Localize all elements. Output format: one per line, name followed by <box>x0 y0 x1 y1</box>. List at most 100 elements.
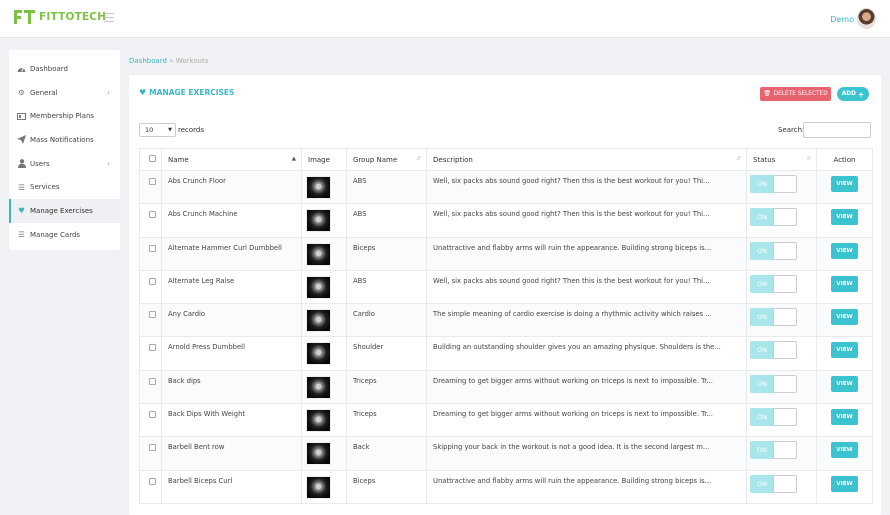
trash-icon: 🗑 <box>763 91 771 97</box>
column-header-group[interactable]: Group Name ⇵ <box>346 148 427 171</box>
status-toggle-label: ON <box>750 474 774 493</box>
status-toggle[interactable]: ON <box>750 241 797 260</box>
row-checkbox[interactable] <box>149 411 156 419</box>
view-button-label: VIEW <box>836 380 853 387</box>
sidebar-item-label: Manage Cards <box>30 230 81 239</box>
row-checkbox[interactable] <box>149 211 156 219</box>
row-select-cell <box>139 436 162 471</box>
add-exercise-button[interactable]: ADD + <box>837 87 869 101</box>
sidebar-item-label: Manage Exercises <box>30 206 93 215</box>
table-row: Back Dips With Weight Triceps Dreaming t… <box>139 403 873 438</box>
page-length-select[interactable]: 10 ▼ <box>139 123 176 137</box>
group-name: Triceps <box>346 369 427 405</box>
view-button[interactable]: VIEW <box>831 475 858 492</box>
status-toggle-label: ON <box>750 408 774 427</box>
delete-selected-button[interactable]: 🗑 DELETE SELECTED <box>760 87 831 101</box>
chevron-left-icon: ‹ <box>107 159 110 169</box>
table-header-row: Name ▲ Image Group Name ⇵ Description ⇵ Sta… <box>139 148 873 171</box>
select-all-checkbox[interactable] <box>149 155 156 162</box>
exercise-image-cell <box>301 303 347 338</box>
menu-toggle-icon[interactable] <box>104 13 114 23</box>
status-toggle[interactable]: ON <box>750 308 797 327</box>
column-header-name[interactable]: Name ▲ <box>161 148 302 171</box>
sidebar-item-dashboard[interactable]: Dashboard <box>9 57 120 81</box>
action-cell: VIEW <box>816 369 873 405</box>
exercise-thumbnail <box>306 275 331 299</box>
add-label: ADD <box>841 91 856 97</box>
caret-down-icon: ▼ <box>168 127 172 133</box>
row-checkbox[interactable] <box>149 344 156 352</box>
view-button[interactable]: VIEW <box>831 209 858 226</box>
exercise-name: Arnold Press Dumbbell <box>161 336 302 371</box>
view-button[interactable]: VIEW <box>831 176 858 192</box>
sidebar-item-users[interactable]: Users ‹ <box>9 152 120 176</box>
column-header-status[interactable]: Status ⇵ <box>746 148 817 171</box>
status-toggle-label: ON <box>750 374 774 393</box>
exercise-thumbnail <box>306 442 331 466</box>
column-header-description[interactable]: Description ⇵ <box>426 148 747 171</box>
status-toggle[interactable]: ON <box>750 474 797 493</box>
status-cell: ON <box>746 236 817 271</box>
row-checkbox[interactable] <box>149 477 156 485</box>
status-toggle[interactable]: ON <box>750 208 797 227</box>
view-button[interactable]: VIEW <box>831 275 858 292</box>
status-toggle[interactable]: ON <box>750 374 797 393</box>
view-button[interactable]: VIEW <box>831 442 858 459</box>
exercise-description: Well, six packs abs sound good right? Th… <box>426 169 747 205</box>
exercise-thumbnail <box>306 309 331 333</box>
exercise-image-cell <box>301 169 347 205</box>
exercise-description: Well, six packs abs sound good right? Th… <box>426 269 747 305</box>
status-toggle[interactable]: ON <box>750 341 797 360</box>
row-checkbox[interactable] <box>149 244 156 252</box>
row-checkbox[interactable] <box>149 377 156 385</box>
view-button[interactable]: VIEW <box>831 375 858 392</box>
view-button[interactable]: VIEW <box>831 342 858 359</box>
exercise-name: Alternate Leg Raise <box>161 269 302 305</box>
column-header-label: Name <box>168 155 189 164</box>
status-cell: ON <box>746 203 817 238</box>
view-button-label: VIEW <box>836 447 853 454</box>
view-button[interactable]: VIEW <box>831 409 858 426</box>
view-button[interactable]: VIEW <box>831 309 858 326</box>
exercise-image-cell <box>301 269 347 305</box>
group-name: Shoulder <box>346 336 427 371</box>
status-toggle[interactable]: ON <box>750 441 797 460</box>
sidebar-item-membership-plans[interactable]: Membership Plans <box>9 104 120 128</box>
status-cell: ON <box>746 436 817 471</box>
exercise-description: Unattractive and flabby arms will ruin t… <box>426 236 747 271</box>
avatar[interactable] <box>857 8 876 29</box>
status-toggle[interactable]: ON <box>750 274 797 293</box>
sidebar-item-general[interactable]: ⚙ General ‹ <box>9 81 120 105</box>
action-cell: VIEW <box>816 403 873 438</box>
row-checkbox[interactable] <box>149 178 156 185</box>
heartbeat-icon: ♥ <box>18 206 25 216</box>
status-toggle[interactable]: ON <box>750 408 797 427</box>
breadcrumb-home-link[interactable]: Dashboard <box>129 57 167 65</box>
sidebar-item-manage-exercises[interactable]: ♥ Manage Exercises <box>9 199 120 223</box>
view-button-label: VIEW <box>836 314 853 321</box>
group-name: Cardio <box>346 303 427 338</box>
search-input[interactable] <box>803 122 871 138</box>
brand-logo[interactable]: FITTOTECH <box>14 10 106 24</box>
row-checkbox[interactable] <box>149 277 156 285</box>
row-checkbox[interactable] <box>149 311 156 319</box>
breadcrumb: Dashboard » Workouts <box>129 57 208 65</box>
status-toggle-knob <box>773 308 797 327</box>
group-name: ABS <box>346 269 427 305</box>
status-toggle-label: ON <box>750 274 774 293</box>
row-select-cell <box>139 169 162 205</box>
exercise-thumbnail <box>306 375 331 399</box>
sidebar-item-manage-cards[interactable]: ☰ Manage Cards <box>9 223 120 247</box>
sidebar-item-services[interactable]: ☰ Services <box>9 175 120 199</box>
sidebar-item-mass-notifications[interactable]: Mass Notifications <box>9 128 120 152</box>
view-button[interactable]: VIEW <box>831 242 858 259</box>
group-name: ABS <box>346 169 427 205</box>
exercises-table: Name ▲ Image Group Name ⇵ Description ⇵ Sta… <box>139 148 873 504</box>
user-name[interactable]: Demo <box>830 15 854 24</box>
status-toggle[interactable]: ON <box>750 175 797 193</box>
row-checkbox[interactable] <box>149 444 156 452</box>
select-all-header <box>139 148 162 171</box>
table-row: Barbell Bent row Back Skipping your back… <box>139 436 873 471</box>
status-toggle-knob <box>773 441 797 460</box>
column-header-label: Image <box>308 155 330 164</box>
